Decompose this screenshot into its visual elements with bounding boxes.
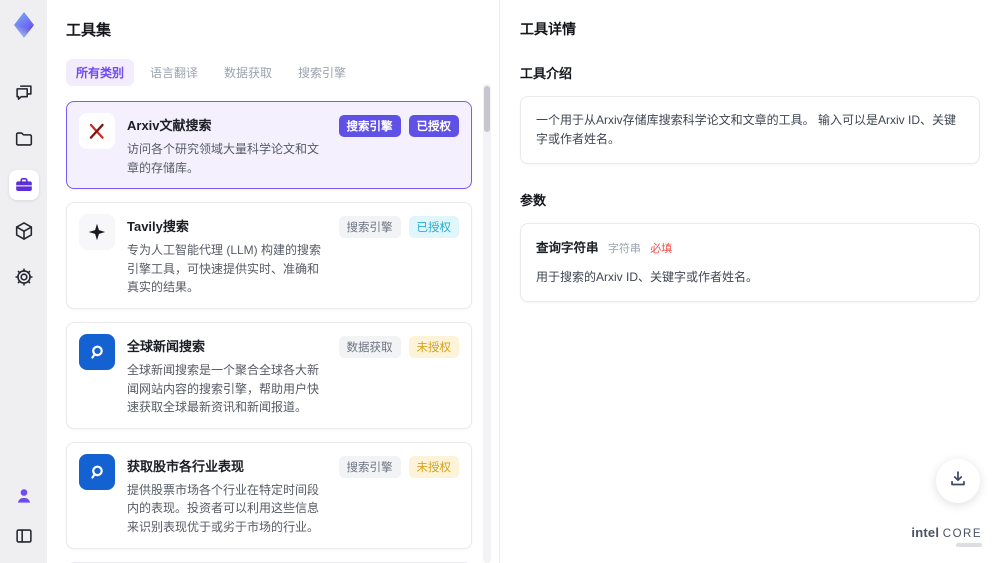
param-header: 查询字符串 字符串 必填 (536, 238, 964, 259)
download-icon (947, 468, 969, 495)
tool-card[interactable]: Tavily搜索专为人工智能代理 (LLM) 构建的搜索引擎工具，可快速提供实时… (66, 202, 472, 309)
main-content: 工具集 所有类别 语言翻译 数据获取 搜索引擎 Arxiv文献搜索 访问各个研究领域大量… (47, 0, 1000, 563)
auth-status-badge: 未授权 (408, 335, 459, 358)
sidebar-item-folder[interactable] (9, 124, 39, 154)
auth-status-badge: 已授权 (408, 216, 459, 239)
list-scrollbar[interactable] (483, 84, 491, 563)
arxiv-icon (79, 113, 115, 149)
settings-icon (13, 266, 35, 288)
tool-card-body: Tavily搜索专为人工智能代理 (LLM) 构建的搜索引擎工具，可快速提供实时… (127, 214, 327, 297)
category-badge: 搜索引擎 (338, 115, 401, 137)
intel-core-logo: intel CORE (911, 525, 982, 547)
blue-search-icon (79, 453, 115, 490)
tool-detail-pane: 工具详情 工具介绍 一个用于从Arxiv存储库搜索科学论文和文章的工具。 输入可… (500, 0, 1000, 563)
tool-badges: 数据获取 未授权 (338, 334, 459, 417)
sidebar-bottom (9, 481, 39, 551)
param-type: 字符串 (607, 243, 641, 256)
tab-1[interactable]: 语言翻译 (140, 59, 208, 86)
tool-badges: 搜索引擎 已授权 (338, 214, 459, 297)
params-heading: 参数 (520, 193, 547, 209)
intel-core-label: intel CORE (911, 525, 982, 540)
tool-card[interactable]: 全球新闻搜索全球新闻搜索是一个聚合全球各大新闻网站内容的搜索引擎，帮助用户快速获… (66, 321, 472, 429)
tool-badges: 搜索引擎 已授权 (338, 113, 459, 177)
category-badge: 数据获取 (338, 335, 401, 358)
sidebar-nav (8, 78, 39, 292)
tab-0[interactable]: 所有类别 (66, 59, 135, 86)
tool-card-body: 全球新闻搜索全球新闻搜索是一个聚合全球各大新闻网站内容的搜索引擎，帮助用户快速获… (127, 334, 327, 417)
sidebar-item-panel[interactable] (9, 521, 39, 551)
category-badge: 搜索引擎 (338, 216, 401, 239)
tool-name: 获取股市各行业表现 (127, 458, 245, 474)
tool-description: 访问各个研究领域大量科学论文和文章的存储库。 (127, 142, 320, 175)
tool-name: Tavily搜索 (127, 219, 189, 235)
user-icon (13, 485, 35, 507)
panel-icon (13, 525, 35, 547)
tool-card[interactable]: Arxiv文献搜索访问各个研究领域大量科学论文和文章的存储库。 搜索引擎 已授权 (66, 101, 472, 190)
category-tabs: 所有类别 语言翻译 数据获取 搜索引擎 (66, 59, 472, 86)
left-sidebar (0, 0, 47, 563)
chat-icon (13, 82, 35, 104)
auth-status-badge: 未授权 (408, 455, 459, 478)
app-window: 工具集 所有类别 语言翻译 数据获取 搜索引擎 Arxiv文献搜索 访问各个研究领域大量… (0, 0, 1000, 563)
sidebar-item-package[interactable] (9, 216, 39, 246)
detail-title: 工具详情 (520, 21, 576, 37)
param-desc: 用于搜索的Arxiv ID、关键字或作者姓名。 (536, 269, 759, 284)
tool-list-pane: 工具集 所有类别 语言翻译 数据获取 搜索引擎 Arxiv文献搜索 访问各个研究领域大量… (47, 0, 500, 563)
tool-description: 全球新闻搜索是一个聚合全球各大新闻网站内容的搜索引擎，帮助用户快速获取全球最新资… (127, 362, 320, 415)
package-icon (13, 220, 35, 242)
intel-core-sub-mark (956, 543, 982, 547)
tool-card-body: 获取股市各行业表现提供股票市场各个行业在特定时间段内的表现。投资者可以利用这些信… (127, 454, 327, 537)
tool-description: 提供股票市场各个行业在特定时间段内的表现。投资者可以利用这些信息来识别表现优于或… (127, 482, 320, 534)
param-required-badge: 必填 (650, 243, 673, 256)
download-button[interactable] (936, 459, 980, 503)
tool-name: 全球新闻搜索 (127, 338, 206, 354)
category-badge: 搜索引擎 (338, 455, 401, 478)
folder-icon (13, 128, 35, 150)
tavily-icon (79, 214, 115, 251)
scrollbar-thumb[interactable] (484, 86, 490, 132)
tool-cards: Arxiv文献搜索 访问各个研究领域大量科学论文和文章的存储库。 搜索引擎 已授权 T… (66, 101, 472, 563)
blue-search-icon (79, 333, 115, 370)
tool-card[interactable]: 获取股市各行业表现提供股票市场各个行业在特定时间段内的表现。投资者可以利用这些信… (66, 441, 472, 549)
intro-text: 一个用于从Arxiv存储库搜索科学论文和文章的工具。 输入可以是Arxiv ID… (536, 113, 957, 147)
sidebar-item-toolbox[interactable] (8, 170, 39, 200)
sidebar-item-chat[interactable] (9, 78, 39, 108)
toolbox-icon (13, 174, 35, 196)
page-title: 工具集 (66, 22, 112, 39)
sidebar-item-user[interactable] (9, 481, 39, 511)
tool-name: Arxiv文献搜索 (127, 118, 212, 133)
auth-status-badge: 已授权 (408, 115, 459, 137)
param-card: 查询字符串 字符串 必填 用于搜索的Arxiv ID、关键字或作者姓名。 (520, 223, 980, 303)
param-name: 查询字符串 (536, 241, 599, 256)
tool-description: 专为人工智能代理 (LLM) 构建的搜索引擎工具，可快速提供实时、准确和真实的结… (127, 243, 322, 295)
intro-card: 一个用于从Arxiv存储库搜索科学论文和文章的工具。 输入可以是Arxiv ID… (520, 96, 980, 165)
tab-3[interactable]: 搜索引擎 (288, 59, 356, 86)
tool-badges: 搜索引擎 未授权 (338, 454, 459, 537)
tool-card-body: Arxiv文献搜索访问各个研究领域大量科学论文和文章的存储库。 (127, 113, 327, 177)
intro-heading: 工具介绍 (520, 66, 573, 81)
app-logo[interactable] (7, 8, 41, 42)
sidebar-item-settings[interactable] (9, 262, 39, 292)
tab-2[interactable]: 数据获取 (214, 59, 282, 86)
